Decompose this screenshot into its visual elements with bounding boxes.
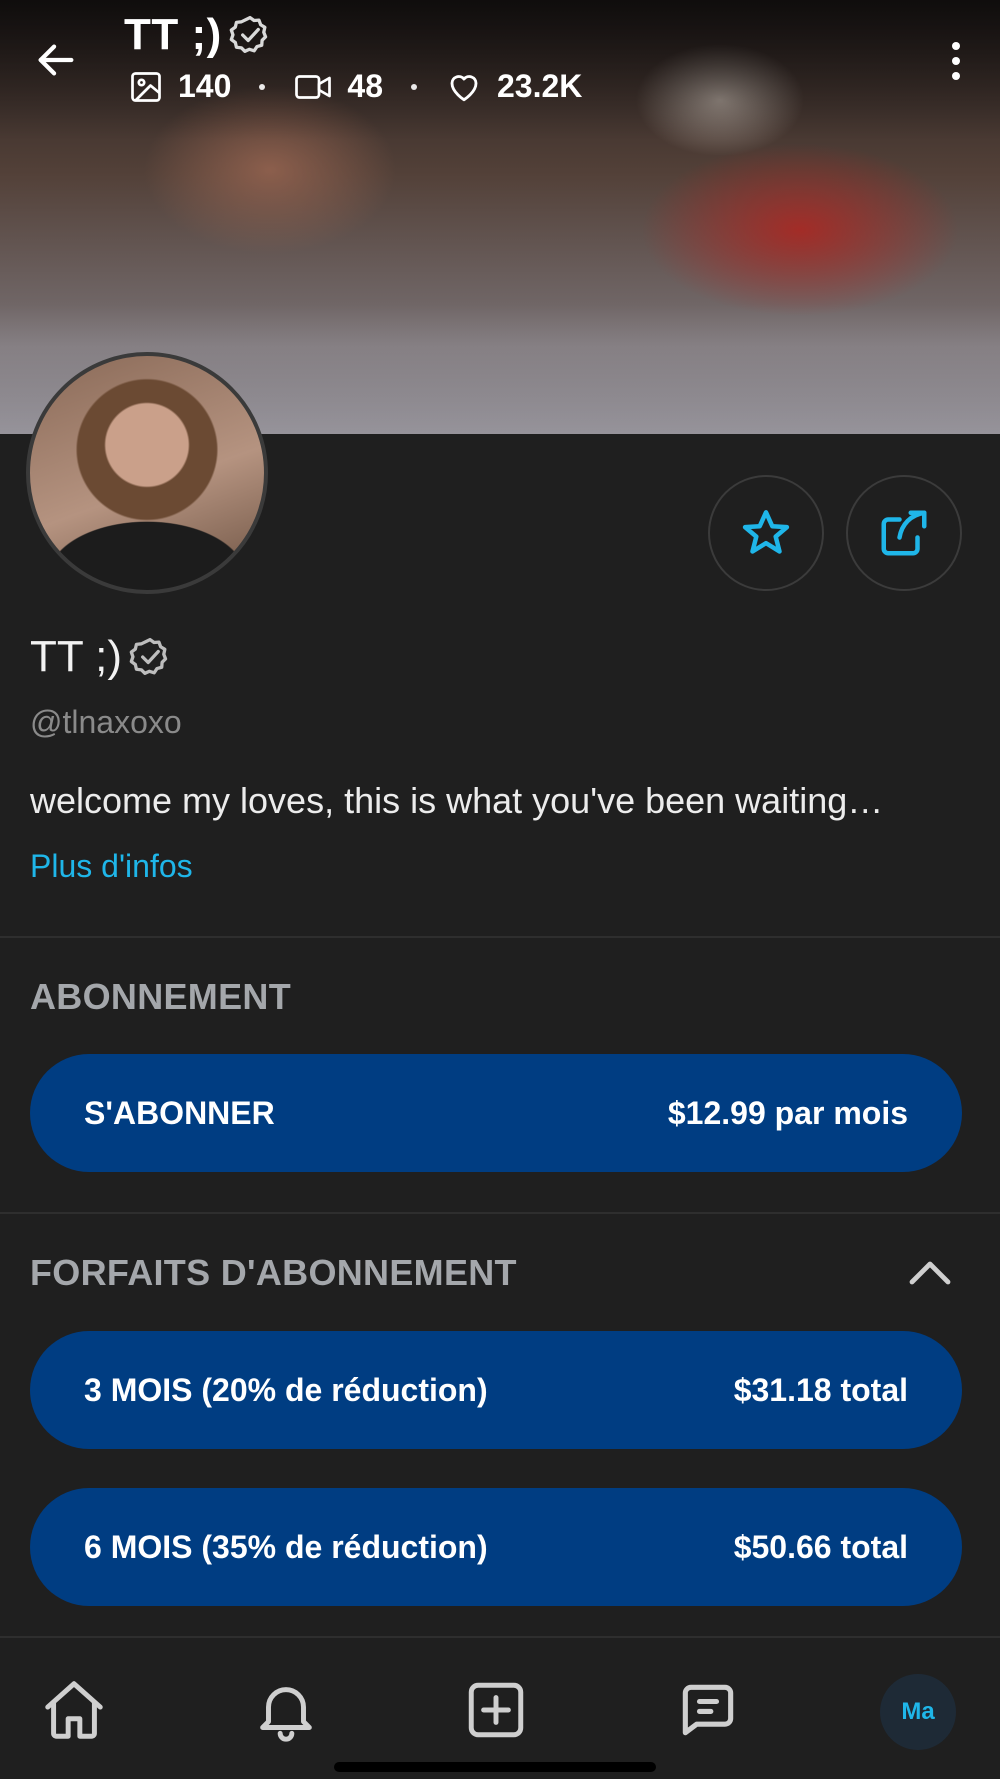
home-icon — [45, 1681, 103, 1739]
nav-new-post[interactable] — [460, 1674, 532, 1746]
photos-count: 140 — [178, 68, 232, 104]
stat-separator — [259, 83, 266, 90]
profile-bio: welcome my loves, this is what you've be… — [30, 780, 884, 821]
videos-stat: 48 — [293, 68, 383, 105]
stat-separator — [410, 83, 417, 90]
bundles-section-title: FORFAITS D'ABONNEMENT — [30, 1252, 517, 1293]
share-button[interactable] — [846, 475, 962, 591]
subscribe-button[interactable]: S'ABONNER $12.99 par mois — [30, 1054, 962, 1172]
header-title-row: TT ;) — [124, 10, 272, 60]
share-icon — [881, 510, 927, 556]
header-stats: 140 48 23.2K — [128, 68, 582, 105]
bottom-navigation: Ma — [0, 1636, 1000, 1779]
bundle-3-months-button[interactable]: 3 MOIS (20% de réduction) $31.18 total — [30, 1331, 962, 1449]
nav-notifications[interactable] — [250, 1674, 322, 1746]
divider — [0, 936, 1000, 938]
more-vertical-icon-dot — [952, 72, 960, 80]
back-button[interactable] — [28, 32, 84, 88]
image-icon — [131, 71, 161, 102]
bundle-price: $31.18 total — [733, 1371, 908, 1408]
subscription-section-title: ABONNEMENT — [30, 976, 291, 1017]
nav-home[interactable] — [38, 1674, 110, 1746]
avatar[interactable] — [26, 352, 268, 594]
verified-icon — [129, 637, 168, 675]
divider — [0, 1212, 1000, 1214]
add-square-icon — [468, 1682, 524, 1738]
nav-avatar-initials: Ma — [901, 1698, 935, 1725]
top-bar: TT ;) 140 48 23.2K — [0, 0, 1000, 130]
more-info-link[interactable]: Plus d'infos — [30, 848, 193, 885]
message-icon — [682, 1684, 734, 1736]
profile-name-row: TT ;) — [30, 632, 172, 682]
chevron-up-icon[interactable] — [906, 1254, 954, 1290]
bundle-6-months-button[interactable]: 6 MOIS (35% de réduction) $50.66 total — [30, 1488, 962, 1606]
subscribe-button-label: S'ABONNER — [84, 1094, 275, 1131]
star-icon — [742, 510, 790, 554]
profile-handle: @tlnaxoxo — [30, 704, 182, 740]
bundle-label: 6 MOIS (35% de réduction) — [84, 1528, 488, 1565]
nav-profile-avatar[interactable]: Ma — [880, 1674, 956, 1750]
likes-stat: 23.2K — [445, 68, 582, 105]
profile-name: TT ;) — [30, 632, 123, 681]
videos-count: 48 — [347, 68, 383, 104]
video-icon — [295, 74, 332, 99]
bundle-label: 3 MOIS (20% de réduction) — [84, 1371, 488, 1408]
header-title: TT ;) — [124, 10, 222, 59]
more-vertical-icon — [952, 42, 960, 50]
bell-icon — [260, 1687, 312, 1742]
bundle-price: $50.66 total — [733, 1528, 908, 1565]
favorite-button[interactable] — [708, 475, 824, 591]
likes-count: 23.2K — [496, 68, 583, 104]
subscribe-button-price: $12.99 par mois — [667, 1094, 908, 1131]
more-options-button[interactable] — [936, 36, 976, 86]
back-arrow-icon — [38, 44, 74, 76]
heart-icon — [450, 74, 478, 101]
verified-icon — [229, 15, 268, 53]
more-vertical-icon-dot — [952, 57, 960, 65]
nav-messages[interactable] — [672, 1674, 744, 1746]
photos-stat: 140 — [128, 68, 231, 105]
home-indicator — [334, 1762, 656, 1772]
